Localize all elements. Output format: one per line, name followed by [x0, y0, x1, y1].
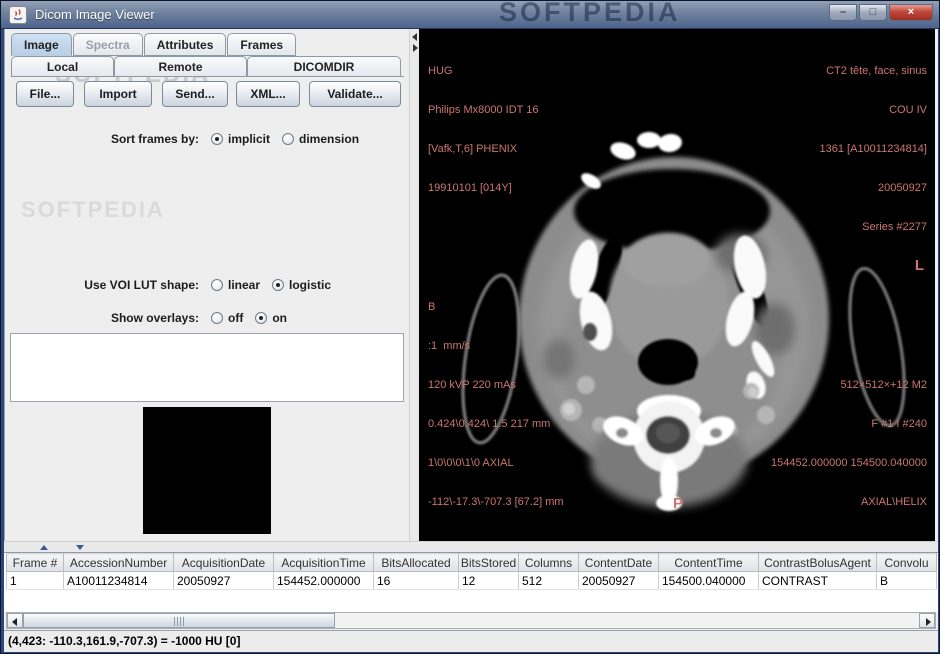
voi-lut-row: Use VOI LUT shape: linear logistic	[5, 277, 409, 293]
sort-frames-label: Sort frames by:	[5, 132, 199, 146]
maximize-button[interactable]: □	[859, 4, 887, 21]
col-acquisition-time[interactable]: AcquisitionTime	[274, 554, 374, 572]
col-contrast-bolus-agent[interactable]: ContrastBolusAgent	[759, 554, 877, 572]
title-bar[interactable]: SOFTPEDIA Dicom Image Viewer – □ ×	[1, 1, 939, 29]
status-bar: (4,423: -110.3,161.9,-707.3) = -1000 HU …	[4, 630, 938, 652]
source-tab-bar: Local Remote DICOMDIR	[11, 56, 401, 77]
xml-button[interactable]: XML...	[236, 81, 300, 107]
col-convolution[interactable]: Convolu	[877, 554, 937, 572]
minimize-button[interactable]: –	[829, 4, 857, 21]
radio-logistic[interactable]	[272, 279, 284, 291]
tab-remote[interactable]: Remote	[114, 56, 247, 77]
radio-dimension[interactable]	[282, 133, 294, 145]
radio-linear[interactable]	[211, 279, 223, 291]
overlays-label: Show overlays:	[5, 311, 199, 325]
horizontal-split-divider[interactable]	[4, 541, 938, 552]
message-textarea[interactable]	[10, 333, 404, 402]
toolbar: File... Import Send... XML... Validate..…	[5, 81, 409, 109]
voi-lut-label: Use VOI LUT shape:	[5, 278, 199, 292]
scroll-right-icon[interactable]	[919, 613, 935, 628]
ct-image-viewport[interactable]: HUG Philips Mx8000 IDT 16 [Vafk,T,6] PHE…	[419, 29, 935, 541]
attributes-table-zone: Frame # AccessionNumber AcquisitionDate …	[4, 552, 938, 612]
collapse-left-icon[interactable]	[412, 33, 417, 41]
col-acquisition-date[interactable]: AcquisitionDate	[174, 554, 274, 572]
pixel-probe-status: (4,423: -110.3,161.9,-707.3) = -1000 HU …	[8, 634, 240, 648]
orientation-marker-posterior: P	[673, 495, 683, 512]
overlays-on-option[interactable]: on	[243, 311, 287, 325]
tab-local[interactable]: Local	[11, 56, 114, 77]
frame-thumbnail[interactable]	[143, 407, 271, 534]
radio-on[interactable]	[255, 312, 267, 324]
send-button[interactable]: Send...	[162, 81, 228, 107]
java-app-icon	[9, 6, 27, 24]
col-bits-stored[interactable]: BitsStored	[459, 554, 519, 572]
table-row[interactable]: 1 A10011234814 20050927 154452.000000 16…	[7, 572, 937, 590]
scroll-left-icon[interactable]	[7, 613, 23, 628]
col-content-date[interactable]: ContentDate	[579, 554, 659, 572]
col-content-time[interactable]: ContentTime	[659, 554, 759, 572]
sort-dimension-option[interactable]: dimension	[270, 132, 359, 146]
import-button[interactable]: Import	[84, 81, 152, 107]
tab-attributes[interactable]: Attributes	[144, 33, 227, 56]
vertical-split-divider[interactable]	[409, 29, 419, 541]
table-header-row: Frame # AccessionNumber AcquisitionDate …	[7, 554, 937, 572]
overlay-bottom-left: B :1 mm/s 120 kVP 220 mAs 0.424\0.424\ 1…	[428, 275, 564, 535]
overlay-bottom-right: 512×512×+12 M2 F #1 I #240 154452.000000…	[771, 353, 927, 535]
tab-spectra[interactable]: Spectra	[73, 33, 143, 56]
tab-dicomdir[interactable]: DICOMDIR	[247, 56, 401, 77]
watermark-text: SOFTPEDIA	[21, 197, 165, 223]
sort-implicit-option[interactable]: implicit	[199, 132, 270, 146]
overlay-top-left: HUG Philips Mx8000 IDT 16 [Vafk,T,6] PHE…	[428, 39, 538, 221]
scrollbar-grip-icon	[174, 617, 184, 626]
attributes-table: Frame # AccessionNumber AcquisitionDate …	[6, 553, 937, 590]
validate-button[interactable]: Validate...	[309, 81, 401, 107]
sort-frames-row: Sort frames by: implicit dimension	[5, 131, 409, 147]
collapse-down-icon[interactable]	[76, 545, 84, 550]
col-accession-number[interactable]: AccessionNumber	[64, 554, 174, 572]
collapse-right-icon[interactable]	[413, 44, 418, 52]
orientation-marker-left: L	[915, 257, 924, 274]
tab-frames[interactable]: Frames	[227, 33, 296, 56]
radio-off[interactable]	[211, 312, 223, 324]
table-horizontal-scrollbar[interactable]	[6, 612, 936, 629]
watermark-text: SOFTPEDIA	[499, 1, 681, 28]
voi-logistic-option[interactable]: logistic	[260, 278, 331, 292]
window-title: Dicom Image Viewer	[35, 7, 155, 22]
col-bits-allocated[interactable]: BitsAllocated	[374, 554, 459, 572]
scrollbar-thumb[interactable]	[23, 613, 335, 628]
col-frame[interactable]: Frame #	[7, 554, 64, 572]
collapse-up-icon[interactable]	[40, 545, 48, 550]
close-button[interactable]: ×	[889, 4, 933, 21]
tab-underline	[11, 76, 404, 77]
overlays-off-option[interactable]: off	[199, 311, 243, 325]
voi-linear-option[interactable]: linear	[199, 278, 260, 292]
overlay-top-right: CT2 tête, face, sinus COU IV 1361 [A1001…	[820, 39, 927, 260]
tab-image[interactable]: Image	[11, 33, 72, 56]
file-button[interactable]: File...	[16, 81, 74, 107]
overlays-row: Show overlays: off on	[5, 310, 409, 326]
app-window: SOFTPEDIA Dicom Image Viewer – □ × SOFTP…	[0, 0, 940, 654]
main-tab-bar: Image Spectra Attributes Frames	[11, 33, 297, 56]
main-content: SOFTPEDIA SOFTPEDIA Image Spectra Attrib…	[4, 29, 938, 652]
radio-implicit[interactable]	[211, 133, 223, 145]
col-columns[interactable]: Columns	[519, 554, 579, 572]
left-panel: SOFTPEDIA SOFTPEDIA Image Spectra Attrib…	[4, 29, 409, 541]
